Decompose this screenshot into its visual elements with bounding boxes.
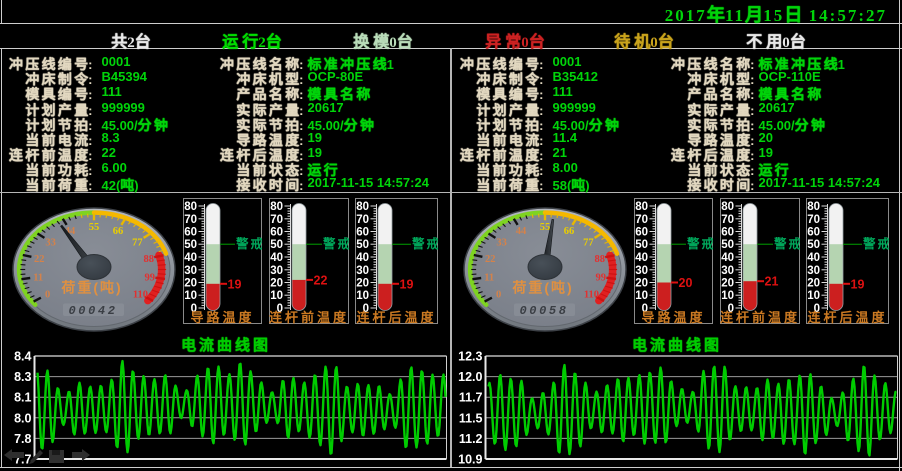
svg-text:12.0: 12.0 (458, 370, 482, 384)
svg-text:11.5: 11.5 (459, 411, 483, 425)
svg-text:11.2: 11.2 (459, 432, 483, 446)
svg-text:10.9: 10.9 (458, 453, 482, 467)
svg-text:11.7: 11.7 (459, 391, 483, 405)
svg-text:12.3: 12.3 (458, 350, 482, 364)
